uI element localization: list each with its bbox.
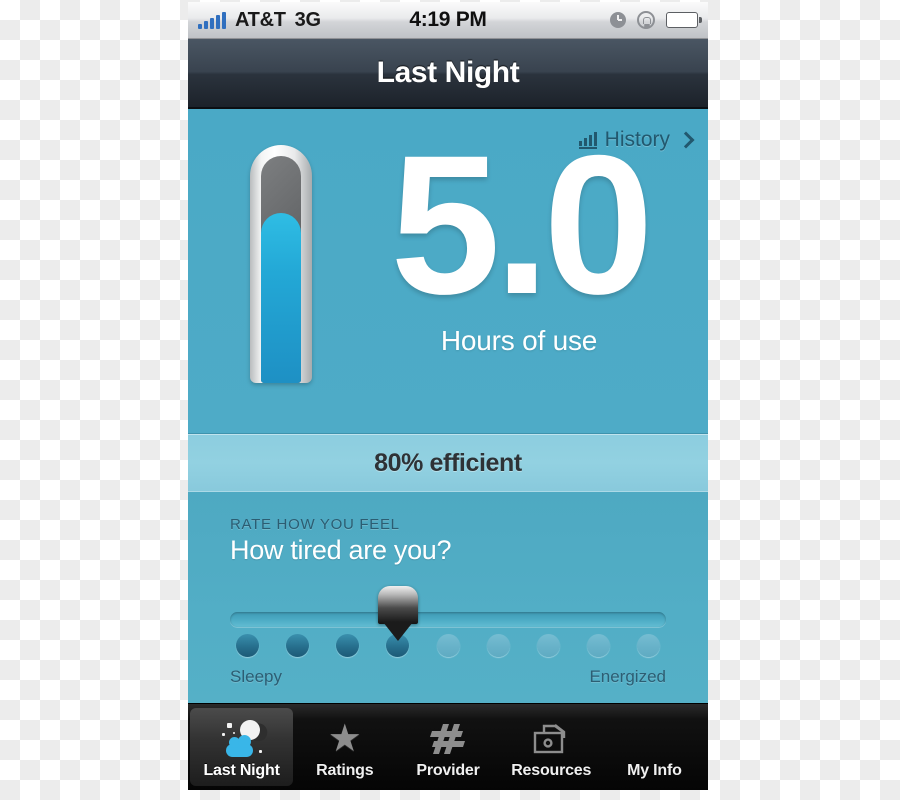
battery-icon	[666, 12, 702, 28]
slider-label-left: Sleepy	[230, 667, 282, 686]
gauge-fill	[261, 212, 301, 383]
carrier-label: AT&T	[235, 8, 286, 31]
page-title: Last Night	[376, 56, 520, 89]
status-bar-right	[610, 11, 702, 29]
network-label: 3G	[294, 8, 321, 31]
status-bar: AT&T 3G 4:19 PM	[188, 2, 708, 39]
clock-icon	[610, 12, 626, 28]
main-content: History 5.0 Hours of use 80% efficient R…	[188, 109, 708, 703]
tab-label-resources: Resources	[511, 762, 592, 779]
tab-label-provider: Provider	[416, 762, 480, 779]
tiredness-slider[interactable]: Sleepy Energized	[230, 586, 666, 687]
slider-handle-body	[377, 586, 418, 624]
folder-icon	[528, 719, 574, 759]
slider-end-labels: Sleepy Energized	[230, 667, 666, 687]
reading-block: 5.0 Hours of use	[366, 114, 672, 357]
rating-question: How tired are you?	[230, 535, 452, 565]
slider-dot-3[interactable]	[336, 634, 360, 657]
slider-dot-9[interactable]	[637, 634, 660, 657]
rotation-lock-icon	[637, 11, 655, 29]
slider-dot-8[interactable]	[586, 634, 610, 657]
tab-provider[interactable]: Provider	[396, 708, 499, 786]
slider-label-right: Energized	[589, 667, 666, 686]
rating-eyebrow: RATE HOW YOU FEEL	[230, 516, 400, 533]
gauge-well	[261, 156, 301, 383]
slider-track[interactable]	[230, 612, 666, 627]
hours-value: 5.0	[390, 114, 653, 335]
person-icon	[631, 719, 677, 759]
tab-label-my-info: My Info	[627, 762, 682, 779]
rating-section: RATE HOW YOU FEEL How tired are you? Sle…	[188, 492, 708, 703]
phone-screen: AT&T 3G 4:19 PM Last Night History 5.0 H…	[188, 2, 708, 790]
efficiency-text: 80% efficient	[374, 448, 522, 477]
efficiency-band: 80% efficient	[188, 433, 708, 493]
tab-last-night[interactable]: Last Night	[190, 708, 294, 786]
status-bar-left: AT&T 3G	[198, 9, 321, 32]
slider-dot-7[interactable]	[536, 634, 560, 657]
hours-of-use-gauge	[250, 145, 312, 383]
signal-bars-icon	[198, 11, 226, 29]
star-icon: ★	[327, 718, 362, 760]
hash-slash-icon	[425, 719, 471, 759]
slider-dot-2[interactable]	[286, 634, 310, 657]
slider-handle[interactable]	[377, 586, 418, 641]
tab-label-ratings: Ratings	[316, 762, 374, 779]
tab-bar: Last Night ★ Ratings Provider Resources …	[188, 703, 708, 790]
slider-dot-5[interactable]	[436, 634, 460, 657]
tab-resources[interactable]: Resources	[500, 708, 603, 786]
page-root: AT&T 3G 4:19 PM Last Night History 5.0 H…	[0, 0, 900, 800]
slider-dot-6[interactable]	[486, 634, 510, 657]
slider-handle-tip	[382, 622, 413, 641]
slider-dots	[236, 634, 660, 657]
tab-label-last-night: Last Night	[203, 762, 280, 779]
tab-my-info[interactable]: My Info	[603, 708, 706, 786]
nav-bar: Last Night	[188, 39, 708, 109]
slider-dot-1[interactable]	[236, 634, 259, 657]
moon-cloud-icon	[219, 717, 265, 759]
chevron-right-icon	[677, 131, 695, 149]
tab-ratings[interactable]: ★ Ratings	[293, 708, 396, 786]
